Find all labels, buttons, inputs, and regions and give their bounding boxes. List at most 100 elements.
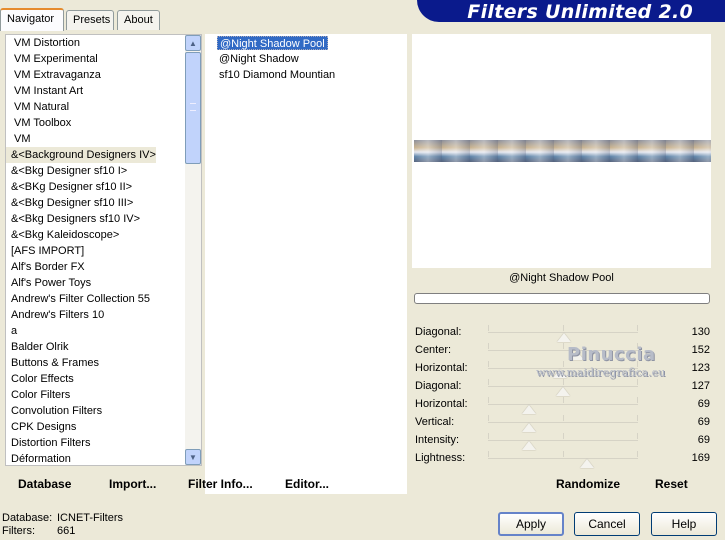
slider-value: 127 <box>691 380 710 392</box>
slider-tick <box>562 415 564 421</box>
slider-tick <box>562 379 564 385</box>
slider-label: Horizontal: <box>415 398 468 410</box>
slider-tick <box>562 451 564 457</box>
category-item[interactable]: Andrew's Filter Collection 55 <box>6 291 186 307</box>
category-item[interactable]: Andrew's Filters 10 <box>6 307 186 323</box>
slider-track[interactable] <box>488 324 638 342</box>
slider-tick <box>488 325 489 331</box>
category-item[interactable]: Distortion Filters <box>6 435 186 451</box>
category-item[interactable]: Alf's Border FX <box>6 259 186 275</box>
category-item[interactable]: CPK Designs <box>6 419 186 435</box>
category-item[interactable]: Color Effects <box>6 371 186 387</box>
chevron-up-icon: ▲ <box>189 38 197 48</box>
slider-thumb[interactable] <box>555 387 570 396</box>
filter-item[interactable]: @Night Shadow <box>217 52 301 66</box>
database-button[interactable]: Database <box>18 477 71 491</box>
preview-image <box>414 140 711 162</box>
category-item[interactable]: VM Natural <box>6 99 186 115</box>
category-item[interactable]: &<Bkg Designer sf10 I> <box>6 163 186 179</box>
category-item[interactable]: Color Filters <box>6 387 186 403</box>
slider-label: Diagonal: <box>415 380 462 392</box>
slider-tick <box>637 325 638 331</box>
scroll-up-button[interactable]: ▲ <box>185 35 201 51</box>
slider-tick <box>637 415 638 421</box>
filter-item[interactable]: @Night Shadow Pool <box>217 36 328 50</box>
reset-button[interactable]: Reset <box>655 477 688 491</box>
slider-track[interactable] <box>488 432 638 450</box>
slider-tick <box>488 343 489 349</box>
slider-row: Vertical: 69 <box>414 414 712 432</box>
category-item[interactable]: Alf's Power Toys <box>6 275 186 291</box>
slider-tick <box>637 397 638 403</box>
slider-track[interactable] <box>488 396 638 414</box>
category-item[interactable]: &<Bkg Designer sf10 III> <box>6 195 186 211</box>
category-item[interactable]: VM Distortion <box>6 35 186 51</box>
filters-label: Filters: <box>2 525 35 537</box>
slider-tick <box>637 451 638 457</box>
bottom-toolbar: Database Import... Filter Info... Editor… <box>5 474 711 494</box>
slider-value: 130 <box>691 326 710 338</box>
category-item[interactable]: VM <box>6 131 186 147</box>
category-item[interactable]: VM Toolbox <box>6 115 186 131</box>
current-filter-name: @Night Shadow Pool <box>509 272 614 284</box>
slider-row: Intensity: 69 <box>414 432 712 450</box>
slider-thumb[interactable] <box>580 459 595 468</box>
slider-value: 169 <box>691 452 710 464</box>
category-item[interactable]: VM Instant Art <box>6 83 186 99</box>
tab-presets[interactable]: Presets <box>66 10 114 30</box>
cancel-button[interactable]: Cancel <box>574 512 640 536</box>
category-scrollbar[interactable]: ▲ ▼ <box>185 35 201 465</box>
slider-thumb[interactable] <box>557 333 572 342</box>
tab-about[interactable]: About <box>117 10 160 30</box>
category-item[interactable]: Déformation <box>6 451 186 465</box>
category-item[interactable]: VM Experimental <box>6 51 186 67</box>
category-item[interactable]: Buttons & Frames <box>6 355 186 371</box>
slider-tick <box>488 451 489 457</box>
category-list[interactable]: VM Distortion VM Experimental VM Extravaga… <box>6 35 186 465</box>
import-button[interactable]: Import... <box>109 477 156 491</box>
category-item[interactable]: a <box>6 323 186 339</box>
category-item[interactable]: VM Extravaganza <box>6 67 186 83</box>
help-button[interactable]: Help <box>651 512 717 536</box>
database-label: Database: <box>2 512 53 524</box>
slider-track[interactable] <box>488 450 638 468</box>
slider-value: 123 <box>691 362 710 374</box>
category-item[interactable]: Balder Olrik <box>6 339 186 355</box>
slider-thumb[interactable] <box>521 405 536 414</box>
scroll-down-button[interactable]: ▼ <box>185 449 201 465</box>
filter-item[interactable]: sf10 Diamond Mountian <box>217 68 337 82</box>
scroll-thumb[interactable] <box>185 52 201 164</box>
slider-row: Horizontal: 69 <box>414 396 712 414</box>
slider-track[interactable] <box>488 414 638 432</box>
slider-tick <box>562 433 564 439</box>
slider-tick <box>562 325 564 331</box>
category-item[interactable]: [AFS IMPORT] <box>6 243 186 259</box>
slider-tick <box>488 379 489 385</box>
filter-list[interactable]: @Night Shadow Pool @Night Shadow sf10 Diam… <box>205 34 407 494</box>
filter-info-button[interactable]: Filter Info... <box>188 477 253 491</box>
tab-navigator[interactable]: Navigator <box>0 8 64 31</box>
slider-thumb[interactable] <box>521 423 536 432</box>
slider-row: Diagonal: 127 <box>414 378 712 396</box>
watermark-title: Pinuccia <box>567 344 656 365</box>
slider-track[interactable] <box>488 378 638 396</box>
slider-thumb[interactable] <box>521 441 536 450</box>
category-item[interactable]: Convolution Filters <box>6 403 186 419</box>
slider-row: Diagonal: 130 <box>414 324 712 342</box>
slider-tick <box>488 415 489 421</box>
slider-value: 69 <box>697 398 710 410</box>
slider-tick <box>637 433 638 439</box>
category-list-panel: VM Distortion VM Experimental VM Extravaga… <box>5 34 202 466</box>
slider-label: Diagonal: <box>415 326 462 338</box>
slider-value: 69 <box>697 416 710 428</box>
category-item[interactable]: &<BKg Designer sf10 II> <box>6 179 186 195</box>
category-item[interactable]: &<Bkg Kaleidoscope> <box>6 227 186 243</box>
database-value: ICNET-Filters <box>57 512 123 524</box>
category-item[interactable]: &<Background Designers IV> <box>6 147 156 163</box>
app-title: Filters Unlimited 2.0 <box>467 1 693 23</box>
category-item[interactable]: &<Bkg Designers sf10 IV> <box>6 211 186 227</box>
editor-button[interactable]: Editor... <box>285 477 329 491</box>
randomize-button[interactable]: Randomize <box>556 477 620 491</box>
filters-count: 661 <box>57 525 76 537</box>
apply-button[interactable]: Apply <box>498 512 564 536</box>
